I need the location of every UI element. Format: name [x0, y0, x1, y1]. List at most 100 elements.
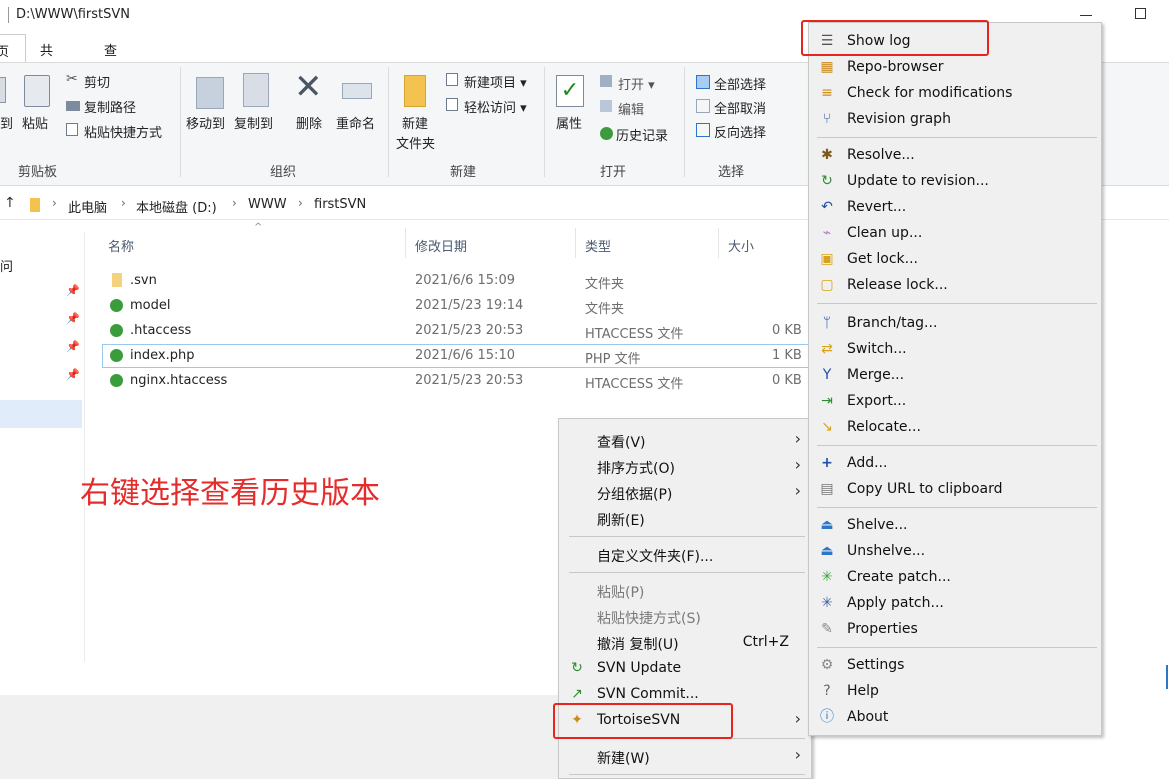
delete-button[interactable]: 删除: [296, 113, 322, 132]
menu-item-unshelve[interactable]: ⏏ Unshelve...: [809, 538, 1101, 564]
column-name[interactable]: 名称: [108, 236, 134, 255]
menu-item-clean-up[interactable]: ⌁ Clean up...: [809, 220, 1101, 246]
properties-icon[interactable]: ✓: [556, 75, 584, 107]
sidebar-selected-item[interactable]: [0, 400, 82, 428]
column-separator[interactable]: [575, 228, 576, 258]
menu-item-settings[interactable]: ⚙ Settings: [809, 652, 1101, 678]
file-name: index.php: [130, 348, 195, 363]
column-separator[interactable]: [718, 228, 719, 258]
file-row[interactable]: model 2021/5/23 19:14 文件夹: [102, 294, 822, 318]
paste-button[interactable]: 粘贴: [22, 113, 48, 132]
history-button[interactable]: 历史记录: [616, 125, 668, 144]
breadcrumb-www[interactable]: WWW: [248, 197, 287, 212]
create-patch-icon: ✳: [821, 569, 833, 585]
move-to-button[interactable]: 移动到: [186, 113, 225, 132]
menu-item-about[interactable]: ⓘ About: [809, 704, 1101, 730]
menu-item-apply-patch[interactable]: ✳ Apply patch...: [809, 590, 1101, 616]
new-folder-line1[interactable]: 新建: [402, 113, 428, 132]
file-row[interactable]: .htaccess 2021/5/23 20:53 HTACCESS 文件 0 …: [102, 319, 822, 343]
easy-access-button[interactable]: 轻松访问 ▾: [464, 97, 527, 116]
menu-item-svn-update[interactable]: ↻ SVN Update: [559, 655, 811, 681]
chevron-right-icon: ›: [794, 709, 801, 728]
copy-path-button[interactable]: 复制路径: [84, 97, 136, 116]
menu-item-repo-browser[interactable]: ▦ Repo-browser: [809, 54, 1101, 80]
menu-item-switch[interactable]: ⇄ Switch...: [809, 336, 1101, 362]
cut-button[interactable]: 剪切: [84, 72, 110, 91]
column-type[interactable]: 类型: [585, 236, 611, 255]
menu-item-update-to-revision[interactable]: ↻ Update to revision...: [809, 168, 1101, 194]
menu-item-relocate[interactable]: ↘ Relocate...: [809, 414, 1101, 440]
delete-icon[interactable]: ✕: [294, 67, 323, 107]
paste-shortcut-button[interactable]: 粘贴快捷方式: [84, 122, 162, 141]
pin-icon[interactable]: 📌: [66, 312, 80, 325]
column-date[interactable]: 修改日期: [415, 236, 467, 255]
pin-icon[interactable]: 📌: [66, 340, 80, 353]
svn-normal-file-icon: [110, 349, 123, 362]
menu-item-export[interactable]: ⇥ Export...: [809, 388, 1101, 414]
chevron-right-icon: ›: [794, 481, 801, 500]
breadcrumb-drive-d[interactable]: 本地磁盘 (D:): [136, 197, 217, 216]
breadcrumb-firstsvn[interactable]: firstSVN: [314, 197, 366, 212]
menu-separator: [817, 303, 1097, 304]
menu-item-get-lock[interactable]: ▣ Get lock...: [809, 246, 1101, 272]
pin-quick-access-icon[interactable]: [0, 77, 6, 103]
menu-item-shelve[interactable]: ⏏ Shelve...: [809, 512, 1101, 538]
maximize-button[interactable]: [1135, 8, 1146, 19]
copy-to-icon[interactable]: [243, 73, 269, 107]
annotation-text: 右键选择查看历史版本: [80, 476, 380, 511]
file-type: 文件夹: [585, 302, 625, 317]
menu-item-label: 粘贴快捷方式(S): [597, 611, 701, 627]
menu-item-copy-url[interactable]: ▤ Copy URL to clipboard: [809, 476, 1101, 502]
menu-item-label: Properties: [847, 621, 918, 637]
rename-button[interactable]: 重命名: [336, 113, 375, 132]
tab-home[interactable]: 页: [0, 34, 26, 62]
menu-item-group-by[interactable]: 分组依据(P) ›: [559, 479, 811, 505]
menu-item-sort-by[interactable]: 排序方式(O) ›: [559, 453, 811, 479]
menu-separator: [817, 445, 1097, 446]
sort-up-icon: ^: [254, 222, 263, 233]
menu-item-customize-folder[interactable]: 自定义文件夹(F)...: [559, 541, 811, 567]
menu-item-revert[interactable]: ↶ Revert...: [809, 194, 1101, 220]
menu-item-release-lock[interactable]: ▢ Release lock...: [809, 272, 1101, 298]
breadcrumb-this-pc[interactable]: 此电脑: [68, 197, 107, 216]
menu-item-undo-copy[interactable]: 撤消 复制(U) Ctrl+Z: [559, 629, 811, 655]
minimize-button[interactable]: [1080, 6, 1094, 20]
folder-icon: [112, 273, 122, 287]
menu-item-view[interactable]: 查看(V) ›: [559, 427, 811, 453]
file-row-selected[interactable]: index.php 2021/6/6 15:10 PHP 文件 1 KB: [102, 344, 822, 368]
up-arrow-icon[interactable]: ↑: [4, 195, 16, 211]
select-none-button[interactable]: 全部取消: [714, 98, 766, 117]
menu-item-refresh[interactable]: 刷新(E): [559, 505, 811, 531]
menu-item-merge[interactable]: Y Merge...: [809, 362, 1101, 388]
menu-item-branch-tag[interactable]: ᛘ Branch/tag...: [809, 310, 1101, 336]
menu-item-new[interactable]: 新建(W) ›: [559, 743, 811, 769]
new-group-label: 新建: [450, 165, 477, 180]
copy-to-button[interactable]: 复制到: [234, 113, 273, 132]
menu-item-revision-graph[interactable]: ⑂ Revision graph: [809, 106, 1101, 132]
new-item-button[interactable]: 新建项目 ▾: [464, 72, 527, 91]
paste-icon[interactable]: [24, 75, 50, 107]
rename-icon[interactable]: [342, 83, 372, 99]
menu-separator: [817, 507, 1097, 508]
menu-item-help[interactable]: ? Help: [809, 678, 1101, 704]
menu-item-properties[interactable]: ✎ Properties: [809, 616, 1101, 642]
pin-icon[interactable]: 📌: [66, 368, 80, 381]
new-folder-icon[interactable]: [404, 75, 426, 107]
file-name: model: [130, 298, 171, 313]
column-separator[interactable]: [405, 228, 406, 258]
select-all-button[interactable]: 全部选择: [714, 74, 766, 93]
invert-selection-button[interactable]: 反向选择: [714, 122, 766, 141]
menu-item-add[interactable]: + Add...: [809, 450, 1101, 476]
menu-item-check-modifications[interactable]: ≡ Check for modifications: [809, 80, 1101, 106]
select-group-label: 选择: [718, 165, 745, 180]
file-name: .svn: [130, 273, 157, 288]
column-size[interactable]: 大小: [728, 236, 754, 255]
new-folder-line2[interactable]: 文件夹: [396, 133, 435, 152]
file-row[interactable]: .svn 2021/6/6 15:09 文件夹: [102, 269, 822, 293]
move-to-icon[interactable]: [196, 77, 224, 109]
properties-button[interactable]: 属性: [556, 113, 582, 132]
file-row[interactable]: nginx.htaccess 2021/5/23 20:53 HTACCESS …: [102, 369, 822, 393]
menu-item-resolve[interactable]: ✱ Resolve...: [809, 142, 1101, 168]
menu-item-create-patch[interactable]: ✳ Create patch...: [809, 564, 1101, 590]
pin-icon[interactable]: 📌: [66, 284, 80, 297]
